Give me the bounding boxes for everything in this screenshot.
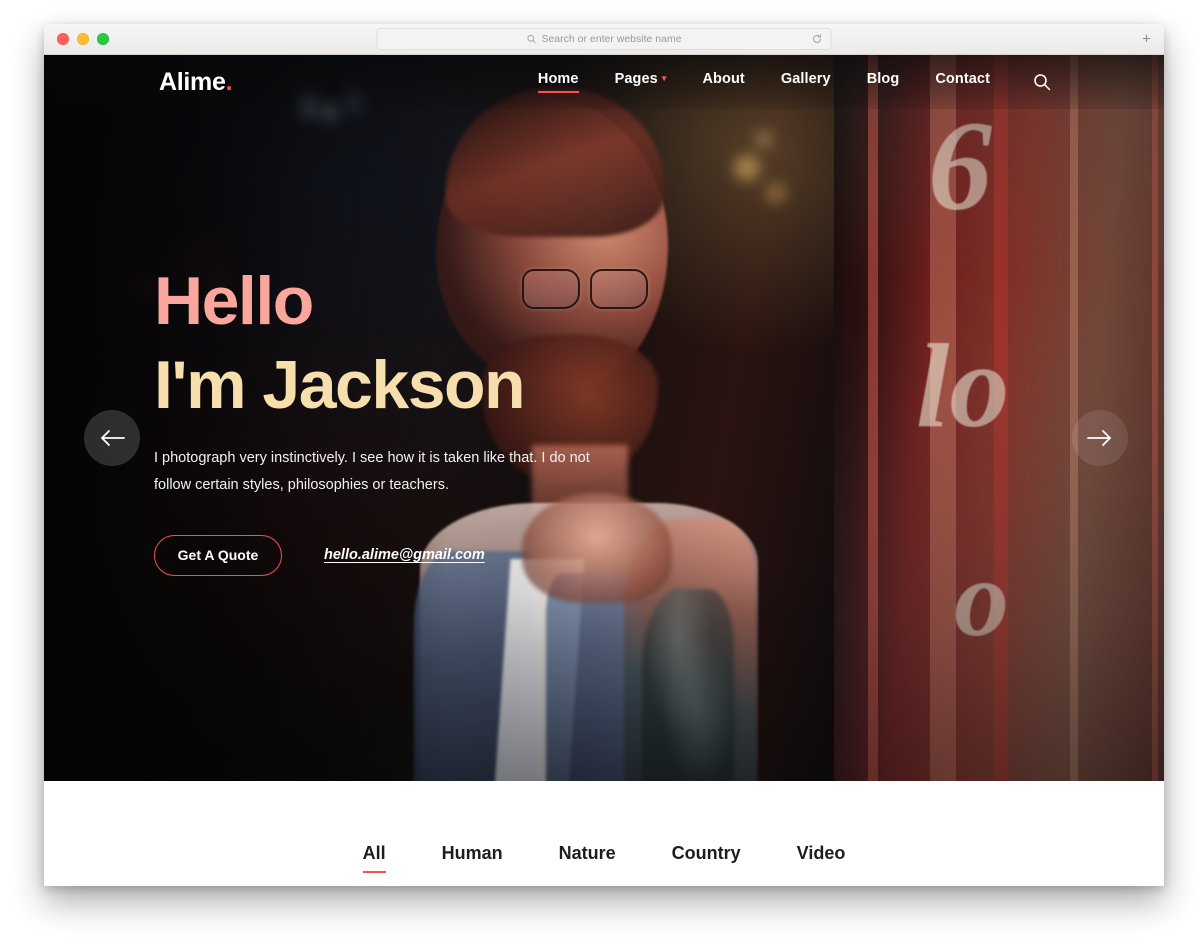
- nav-item-pages[interactable]: Pages ▾: [615, 71, 667, 93]
- site-logo-dot: .: [225, 67, 233, 96]
- gallery-filter-tabs: All Human Nature Country Video: [44, 843, 1164, 873]
- arrow-left-icon: [101, 430, 125, 446]
- hero-content: Hello I'm Jackson I photograph very inst…: [154, 267, 774, 576]
- address-bar-placeholder: Search or enter website name: [541, 33, 682, 45]
- search-icon: [527, 34, 536, 44]
- hero-section: 6 lo o Alime. Home Pages▾ About Gallery …: [44, 55, 1164, 781]
- address-bar-content: Search or enter website name: [526, 33, 682, 45]
- new-tab-label: +: [1142, 30, 1151, 48]
- gallery-filter-all[interactable]: All: [362, 843, 386, 873]
- search-icon[interactable]: [1032, 72, 1052, 92]
- gallery-filter-nature[interactable]: Nature: [559, 843, 616, 873]
- arrow-right-icon: [1087, 430, 1111, 446]
- gallery-filter-human[interactable]: Human: [442, 843, 503, 873]
- site-logo[interactable]: Alime.: [159, 67, 233, 97]
- browser-chrome-bar: Search or enter website name +: [44, 24, 1164, 55]
- reload-icon[interactable]: [812, 34, 823, 45]
- maximize-window-button[interactable]: [97, 33, 109, 45]
- hero-email-link[interactable]: hello.alime@gmail.com: [324, 547, 485, 563]
- address-bar[interactable]: Search or enter website name: [376, 28, 832, 50]
- nav-item-label: About: [702, 71, 745, 87]
- window-traffic-lights: [57, 33, 109, 45]
- hero-name: I'm Jackson: [154, 347, 526, 423]
- get-a-quote-button[interactable]: Get A Quote: [154, 534, 282, 576]
- new-tab-button[interactable]: +: [1137, 30, 1156, 49]
- gallery-filter-country[interactable]: Country: [672, 843, 741, 873]
- nav-item-home[interactable]: Home: [537, 71, 579, 93]
- page-viewport: 6 lo o Alime. Home Pages▾ About Gallery …: [44, 55, 1164, 886]
- minimize-window-button[interactable]: [77, 33, 89, 45]
- chevron-down-icon: ▾: [661, 73, 667, 83]
- nav-item-label: Home: [537, 71, 579, 87]
- nav-item-blog[interactable]: Blog: [867, 71, 900, 93]
- nav-item-about[interactable]: About: [702, 71, 744, 93]
- nav-item-contact[interactable]: Contact: [935, 71, 990, 93]
- nav-item-label: Gallery: [780, 71, 831, 87]
- browser-window: Search or enter website name + Alime. Ho…: [44, 24, 1164, 886]
- hero-description: I photograph very instinctively. I see h…: [154, 450, 590, 493]
- nav-item-gallery[interactable]: Gallery: [781, 71, 831, 93]
- hero-greeting: Hello: [154, 263, 314, 339]
- slider-prev-button[interactable]: [84, 410, 140, 466]
- close-window-button[interactable]: [57, 33, 69, 45]
- nav-item-label: Contact: [935, 71, 990, 87]
- nav-item-label: Pages: [614, 71, 658, 87]
- gallery-filter-video[interactable]: Video: [797, 843, 846, 873]
- site-logo-text: Alime: [159, 67, 226, 96]
- site-navbar: Alime. Home Pages ▾ About Gallery Blog Co…: [44, 55, 1164, 109]
- gallery-section: All Human Nature Country Video: [44, 781, 1164, 886]
- nav-item-label: Blog: [866, 71, 900, 87]
- hero-cta-row: Get A Quote hello.alime@gmail.com: [154, 534, 774, 576]
- nav-links: Home Pages ▾ About Gallery Blog Contact: [537, 71, 990, 93]
- slider-next-button[interactable]: [1072, 410, 1128, 466]
